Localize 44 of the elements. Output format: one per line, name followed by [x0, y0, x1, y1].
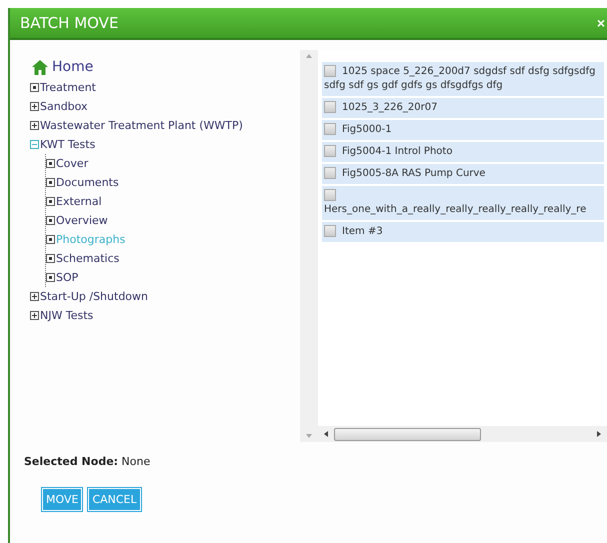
collapse-icon[interactable]	[30, 140, 39, 149]
node-icon	[46, 254, 55, 263]
checkbox[interactable]	[324, 123, 336, 136]
expand-icon[interactable]	[30, 121, 39, 130]
tree-item[interactable]: Overview	[56, 214, 108, 227]
checkbox[interactable]	[324, 189, 336, 202]
list-item[interactable]: Hers_one_with_a_really_really_really_really_really_re	[322, 186, 604, 222]
tree-item[interactable]: Documents	[56, 176, 119, 189]
dialog-title: BATCH MOVE	[19, 14, 118, 32]
list-item[interactable]: 1025 space 5_226_200d7 sdgdsf sdf dsfg sdfgsdfg sdfg sdf gs gdf gdfs gs dfsgdfgs dfg	[322, 62, 604, 98]
list-item[interactable]: Fig5000-1	[322, 120, 604, 142]
node-icon	[46, 178, 55, 187]
tree-root-item[interactable]: Home	[52, 59, 94, 75]
selected-node-text: Selected Node: None	[23, 454, 152, 468]
node-icon	[30, 83, 39, 92]
tree-item[interactable]: Start-Up /Shutdown	[40, 290, 148, 303]
node-icon	[46, 235, 55, 244]
expand-icon[interactable]	[30, 102, 39, 111]
node-icon	[46, 216, 55, 225]
list-item[interactable]: Fig5004-1 Introl Photo	[322, 142, 604, 164]
expand-icon[interactable]	[30, 292, 39, 301]
tree-item[interactable]: Schematics	[56, 252, 120, 265]
checkbox[interactable]	[324, 65, 336, 78]
tree-item[interactable]: NJW Tests	[40, 309, 94, 322]
node-icon	[46, 197, 55, 206]
list-item[interactable]: Item #3	[322, 222, 604, 244]
house-icon	[32, 60, 48, 74]
checkbox[interactable]	[324, 145, 336, 158]
tree-item[interactable]: External	[56, 195, 102, 208]
checkbox[interactable]	[324, 225, 336, 238]
checkbox[interactable]	[324, 167, 336, 180]
checkbox[interactable]	[324, 101, 336, 114]
node-icon	[46, 159, 55, 168]
tree-item[interactable]: SOP	[56, 271, 78, 284]
list-item[interactable]: Fig5005-8A RAS Pump Curve	[322, 164, 604, 186]
tree-item[interactable]: Treatment	[40, 81, 96, 94]
tree-item[interactable]: Sandbox	[40, 100, 88, 113]
node-icon	[46, 273, 55, 282]
tree-item[interactable]: Cover	[56, 157, 88, 170]
horizontal-scrollbar[interactable]	[318, 426, 607, 442]
tree-item[interactable]: Wastewater Treatment Plant (WWTP)	[40, 119, 243, 132]
list-item[interactable]: 1025_3_226_20r07	[322, 98, 604, 120]
tree-item[interactable]: KWT Tests	[40, 138, 96, 151]
expand-icon[interactable]	[30, 311, 39, 320]
